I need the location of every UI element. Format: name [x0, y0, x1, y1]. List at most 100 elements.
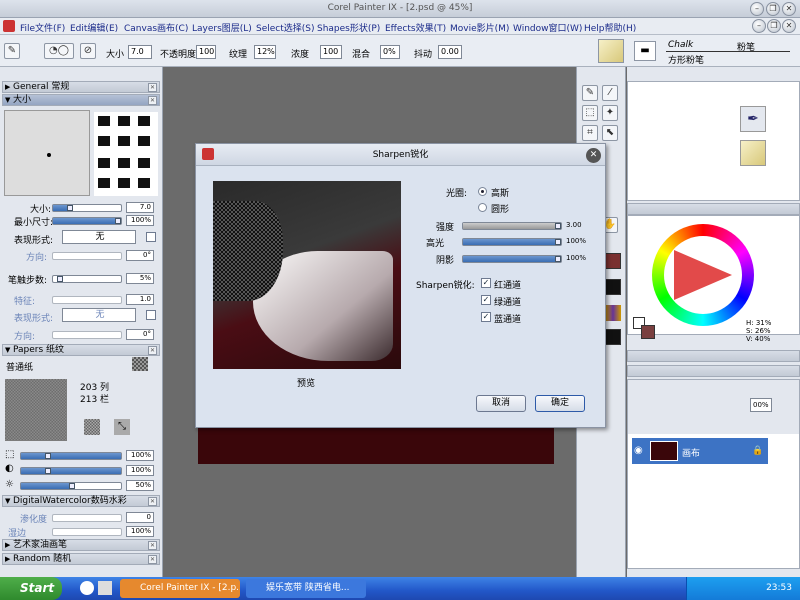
pattern-swatch[interactable]: [605, 279, 621, 295]
spacing-value[interactable]: 5%: [126, 273, 154, 284]
blue-channel-checkbox[interactable]: ✓: [481, 312, 491, 322]
dropper-tool-icon[interactable]: ⁄: [602, 85, 618, 101]
layer-row-canvas[interactable]: ◉ 画布 🔒: [632, 438, 768, 464]
direction2-value[interactable]: 0°: [126, 329, 154, 340]
bleed-field[interactable]: 0%: [380, 45, 400, 59]
primary-color-swatch[interactable]: [641, 325, 655, 339]
dialog-close-button[interactable]: ✕: [586, 148, 601, 163]
weaving-swatch[interactable]: [605, 329, 621, 345]
menu-effects[interactable]: Effects效果(T): [385, 21, 446, 34]
section-general[interactable]: ▶ General 常规 ✕: [2, 81, 160, 93]
paper-contrast-slider[interactable]: [20, 467, 122, 475]
paper-name[interactable]: 普通纸: [6, 360, 33, 373]
paper-contrast-value[interactable]: 100%: [126, 465, 154, 476]
section-size[interactable]: ▼ 大小 ✕: [2, 94, 160, 106]
brush-tool-icon[interactable]: ✎: [582, 85, 598, 101]
crop-tool-icon[interactable]: ⌗: [582, 125, 598, 141]
brush-category[interactable]: Chalk: [668, 40, 693, 50]
size-slider[interactable]: [52, 204, 122, 212]
menu-canvas[interactable]: Canvas画布(C): [124, 21, 188, 34]
ok-button[interactable]: 确定: [535, 395, 585, 412]
task-painter[interactable]: Corel Painter IX - [2.p...: [120, 579, 240, 598]
jitter-field[interactable]: 0.00: [438, 45, 462, 59]
section-artist-oils[interactable]: ▶ 艺术家油画笔 ✕: [2, 539, 160, 551]
lock-icon[interactable]: 🔒: [752, 446, 763, 456]
section-papers[interactable]: ▼ Papers 纸纹 ✕: [2, 344, 160, 356]
brush-tool-icon[interactable]: ✎: [4, 43, 20, 59]
dab-type-grid[interactable]: [94, 112, 158, 196]
direction-slider[interactable]: [52, 252, 122, 260]
menu-layers[interactable]: Layers图层(L): [192, 21, 252, 34]
task-browser[interactable]: 娱乐宽带 陕西省电...: [246, 579, 366, 598]
wet-fringe-value[interactable]: 100%: [126, 526, 154, 537]
shadow-slider[interactable]: [462, 255, 562, 263]
size-field[interactable]: 7.0: [128, 45, 152, 59]
doc-minimize-button[interactable]: –: [752, 19, 766, 33]
menu-shapes[interactable]: Shapes形状(P): [317, 21, 380, 34]
minimize-button[interactable]: –: [750, 2, 764, 16]
quicklaunch-browser-icon[interactable]: [80, 581, 94, 595]
close-icon[interactable]: ✕: [148, 96, 157, 105]
diffusion-slider[interactable]: [52, 514, 122, 522]
feature-value[interactable]: 1.0: [126, 294, 154, 305]
menu-window[interactable]: Window窗口(W): [513, 21, 582, 34]
menu-edit[interactable]: Edit编辑(E): [70, 21, 118, 34]
doc-restore-button[interactable]: ❐: [767, 19, 781, 33]
highlight-slider[interactable]: [462, 238, 562, 246]
paper-scale-value[interactable]: 100%: [126, 450, 154, 461]
menu-file[interactable]: File文件(F): [20, 21, 65, 34]
wet-fringe-slider[interactable]: [52, 528, 122, 536]
layer-opacity-field[interactable]: 00%: [750, 398, 772, 412]
close-icon[interactable]: ✕: [148, 497, 157, 506]
feature-slider[interactable]: [52, 296, 122, 304]
start-button[interactable]: Start: [0, 577, 62, 600]
cancel-button[interactable]: 取消: [476, 395, 526, 412]
paper-scale-slider[interactable]: [20, 452, 122, 460]
circular-radio[interactable]: [478, 203, 487, 212]
close-button[interactable]: ✕: [782, 2, 796, 16]
invert-checkbox[interactable]: [146, 232, 156, 242]
paper-brightness-slider[interactable]: [20, 482, 122, 490]
green-channel-checkbox[interactable]: ✓: [481, 295, 491, 305]
clock[interactable]: 23:53: [766, 583, 792, 593]
paper-brightness-value[interactable]: 50%: [126, 480, 154, 491]
restore-button[interactable]: ❐: [766, 2, 780, 16]
quicklaunch-desktop-icon[interactable]: [98, 581, 112, 595]
colors-panel-header[interactable]: [627, 203, 800, 215]
saturation-triangle[interactable]: [674, 250, 732, 300]
size-value[interactable]: 7.0: [126, 202, 154, 213]
chalk-variant-icon[interactable]: [740, 140, 766, 166]
brush-variant[interactable]: 方形粉笔: [668, 53, 704, 66]
preview-image[interactable]: [213, 181, 401, 369]
app-icon[interactable]: [3, 20, 15, 32]
layers-panel-header[interactable]: [627, 365, 800, 377]
paper-swatch-icon[interactable]: [132, 357, 148, 371]
mixer-panel-header[interactable]: [627, 350, 800, 362]
close-icon[interactable]: ✕: [148, 346, 157, 355]
amount-slider[interactable]: [462, 222, 562, 230]
min-size-slider[interactable]: [52, 217, 122, 225]
spacing-slider[interactable]: [52, 275, 122, 283]
direction2-slider[interactable]: [52, 331, 122, 339]
min-size-value[interactable]: 100%: [126, 215, 154, 226]
section-digital-watercolor[interactable]: ▼ DigitalWatercolor数码水彩 ✕: [2, 495, 160, 507]
rect-select-icon[interactable]: ⬚: [582, 105, 598, 121]
hue-ring[interactable]: [652, 224, 754, 326]
close-icon[interactable]: ✕: [148, 83, 157, 92]
brush-dab-icon[interactable]: ◔◯: [44, 43, 74, 59]
resat-field[interactable]: 100: [320, 45, 342, 59]
red-channel-checkbox[interactable]: ✓: [481, 278, 491, 288]
close-icon[interactable]: ✕: [148, 541, 157, 550]
pen-variant-icon[interactable]: ✒: [740, 106, 766, 132]
gradient-swatch[interactable]: [605, 305, 621, 321]
diffusion-value[interactable]: 0: [126, 512, 154, 523]
menu-help[interactable]: Help帮助(H): [584, 21, 636, 34]
chalk-stick-icon[interactable]: [598, 39, 624, 63]
gaussian-radio[interactable]: [478, 187, 487, 196]
expression-select[interactable]: 无: [62, 230, 136, 244]
doc-close-button[interactable]: ✕: [782, 19, 796, 33]
magic-wand-icon[interactable]: ✦: [602, 105, 618, 121]
section-random[interactable]: ▶ Random 随机 ✕: [2, 553, 160, 565]
grain-field[interactable]: 12%: [254, 45, 276, 59]
menu-select[interactable]: Select选择(S): [256, 21, 315, 34]
